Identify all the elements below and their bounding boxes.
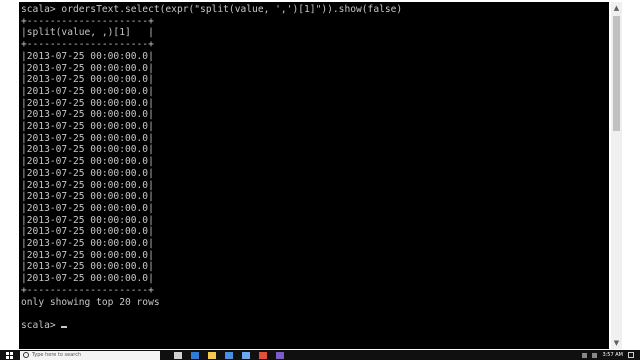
scroll-down-arrow-icon[interactable]: ▼ — [611, 337, 622, 349]
taskbar: Type here to search 3:57 AM — [0, 350, 640, 360]
console-line: |2013-07-25 00:00:00.0| — [21, 167, 154, 179]
store-icon[interactable] — [225, 351, 233, 359]
console-line: +---------------------+ — [21, 39, 154, 51]
console-line: scala> ordersText.select(expr("split(val… — [21, 4, 403, 15]
windows-logo-icon — [5, 351, 13, 359]
scroll-up-arrow-icon[interactable]: ▲ — [611, 2, 622, 14]
clock[interactable]: 3:57 AM — [602, 350, 623, 360]
console-line: |2013-07-25 00:00:00.0| — [21, 85, 154, 97]
console-line: scala> — [21, 319, 62, 331]
console-line: |2013-07-25 00:00:00.0| — [21, 261, 154, 273]
console-line: |2013-07-25 00:00:00.0| — [21, 74, 154, 86]
console-line: |2013-07-25 00:00:00.0| — [21, 132, 154, 144]
console-line: |2013-07-25 00:00:00.0| — [21, 238, 154, 250]
console-line: +---------------------+ — [21, 284, 154, 296]
volume-icon[interactable] — [592, 352, 598, 358]
console-line: |2013-07-25 00:00:00.0| — [21, 121, 154, 133]
console-window[interactable]: scala> ordersText.select(expr("split(val… — [19, 2, 609, 349]
pinned-apps — [174, 351, 284, 359]
console-line: |2013-07-25 00:00:00.0| — [21, 202, 154, 214]
task-view-icon[interactable] — [174, 351, 182, 359]
console-line: +---------------------+ — [21, 15, 154, 27]
console-line: |2013-07-25 00:00:00.0| — [21, 50, 154, 62]
vertical-scrollbar[interactable]: ▲ ▼ — [611, 2, 622, 349]
console-line: |2013-07-25 00:00:00.0| — [21, 226, 154, 238]
console-line: |2013-07-25 00:00:00.0| — [21, 62, 154, 74]
text-cursor — [61, 325, 68, 328]
notifications-icon[interactable] — [628, 352, 634, 358]
scroll-thumb[interactable] — [613, 16, 620, 131]
console-line: |2013-07-25 00:00:00.0| — [21, 144, 154, 156]
console-line: |2013-07-25 00:00:00.0| — [21, 249, 154, 261]
console-line: |2013-07-25 00:00:00.0| — [21, 179, 154, 191]
edge-icon[interactable] — [191, 351, 199, 359]
app-icon[interactable] — [276, 351, 284, 359]
file-explorer-icon[interactable] — [208, 351, 216, 359]
network-icon[interactable] — [582, 352, 588, 358]
taskbar-search-box[interactable]: Type here to search — [20, 350, 160, 360]
console-line: |2013-07-25 00:00:00.0| — [21, 273, 154, 285]
console-line: |2013-07-25 00:00:00.0| — [21, 109, 154, 121]
mail-icon[interactable] — [242, 351, 250, 359]
console-line: |split(value, ,)[1] | — [21, 27, 154, 39]
console-line: |2013-07-25 00:00:00.0| — [21, 156, 154, 168]
console-output: scala> ordersText.select(expr("split(val… — [19, 2, 609, 332]
start-button[interactable] — [0, 350, 18, 360]
search-icon — [23, 352, 29, 358]
search-placeholder: Type here to search — [32, 351, 82, 358]
console-line: |2013-07-25 00:00:00.0| — [21, 191, 154, 203]
console-line: |2013-07-25 00:00:00.0| — [21, 214, 154, 226]
console-line: only showing top 20 rows — [21, 296, 160, 308]
system-tray: 3:57 AM — [582, 350, 640, 360]
chrome-icon[interactable] — [259, 351, 267, 359]
console-line: |2013-07-25 00:00:00.0| — [21, 97, 154, 109]
